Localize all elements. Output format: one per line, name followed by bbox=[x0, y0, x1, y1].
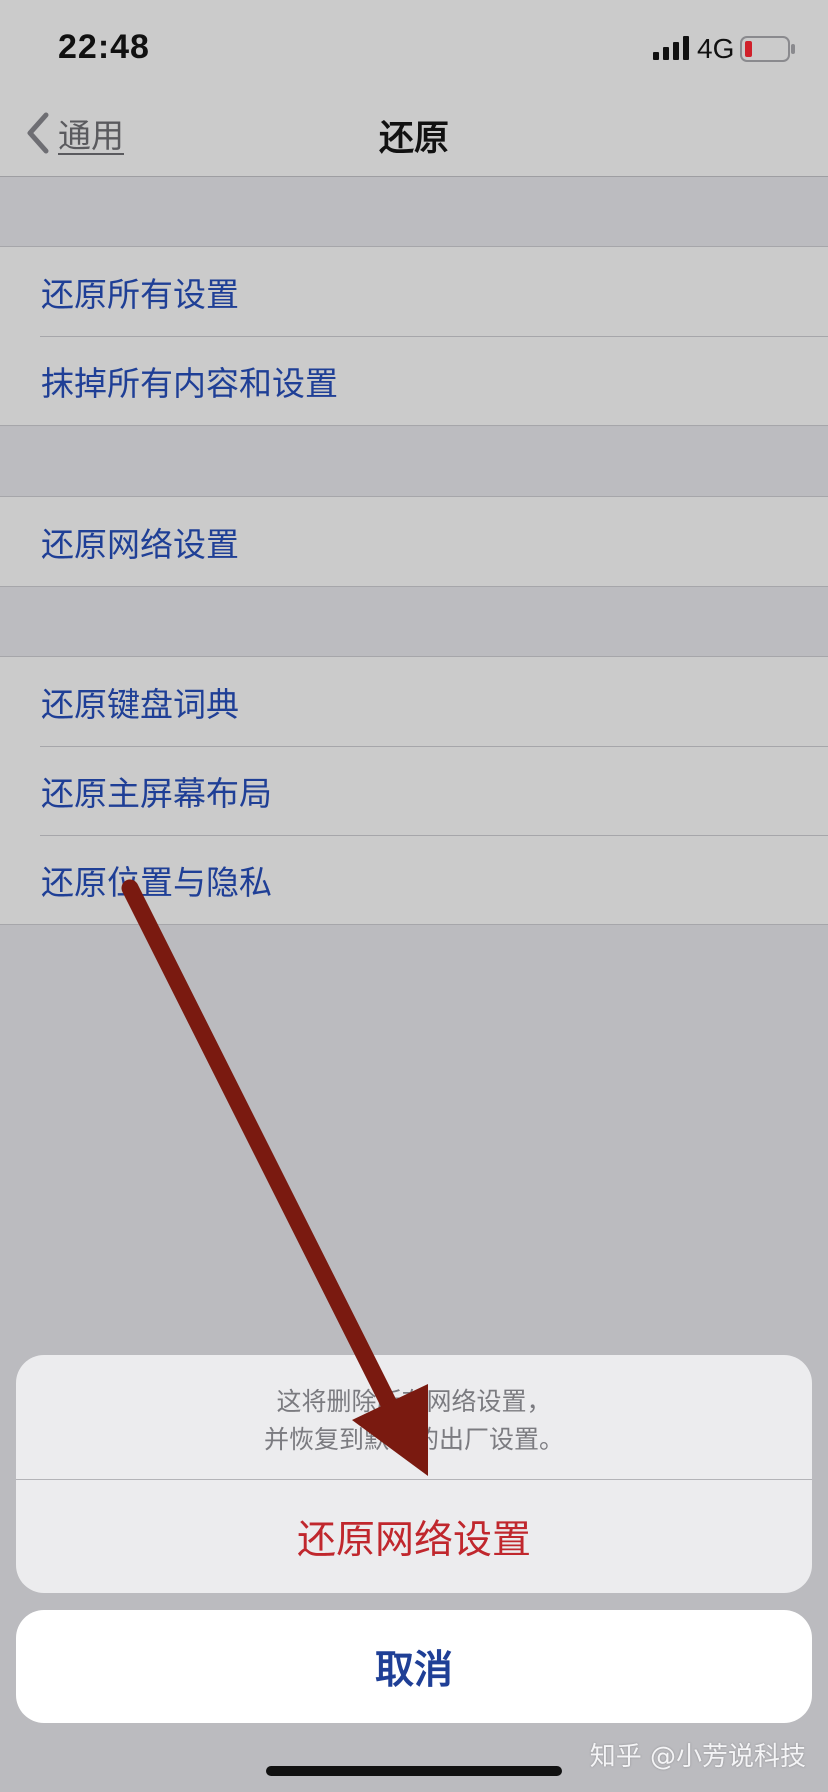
reset-network-settings-button[interactable]: 还原网络设置 bbox=[16, 1480, 812, 1593]
row-label: 还原所有设置 bbox=[41, 274, 239, 314]
network-type: 4G bbox=[697, 33, 735, 64]
row-label: 还原键盘词典 bbox=[41, 684, 239, 724]
page-title: 还原 bbox=[378, 119, 449, 159]
row-label: 还原主屏幕布局 bbox=[41, 773, 272, 813]
message-line-2: 并恢复到默认的出厂设置。 bbox=[263, 1425, 564, 1454]
settings-group-reset-all: 还原所有设置 抹掉所有内容和设置 bbox=[0, 246, 828, 426]
row-reset-network-settings[interactable]: 还原网络设置 bbox=[0, 497, 828, 586]
section-gap bbox=[0, 587, 828, 656]
screen: 22:48 4G 通用 还原 还原所有设置 抹掉所有内容和设置 还原网络设置 还… bbox=[0, 0, 828, 1792]
battery-low-icon bbox=[740, 36, 795, 62]
row-label: 抹掉所有内容和设置 bbox=[41, 363, 338, 403]
section-gap bbox=[0, 177, 828, 246]
watermark: 知乎 @小芳说科技 bbox=[589, 1742, 806, 1772]
action-sheet: 这将删除所有网络设置， 并恢复到默认的出厂设置。 还原网络设置 bbox=[16, 1355, 812, 1593]
settings-group-network: 还原网络设置 bbox=[0, 496, 828, 587]
row-reset-keyboard-dictionary[interactable]: 还原键盘词典 bbox=[0, 657, 828, 746]
message-line-1: 这将删除所有网络设置， bbox=[276, 1387, 552, 1416]
row-reset-all-settings[interactable]: 还原所有设置 bbox=[0, 247, 828, 336]
signal-icon bbox=[653, 36, 689, 60]
row-label: 还原位置与隐私 bbox=[41, 862, 272, 902]
row-label: 还原网络设置 bbox=[41, 524, 239, 564]
action-sheet-message: 这将删除所有网络设置， 并恢复到默认的出厂设置。 bbox=[16, 1383, 812, 1459]
section-gap bbox=[0, 427, 828, 496]
row-reset-home-screen-layout[interactable]: 还原主屏幕布局 bbox=[0, 746, 828, 835]
home-indicator[interactable] bbox=[266, 1766, 562, 1776]
status-bar: 22:48 4G bbox=[0, 0, 828, 90]
cancel-button[interactable]: 取消 bbox=[16, 1610, 812, 1723]
status-time: 22:48 bbox=[58, 28, 150, 66]
settings-group-other: 还原键盘词典 还原主屏幕布局 还原位置与隐私 bbox=[0, 656, 828, 925]
row-erase-all-content[interactable]: 抹掉所有内容和设置 bbox=[0, 336, 828, 425]
navigation-bar: 通用 还原 bbox=[0, 90, 828, 177]
row-reset-location-privacy[interactable]: 还原位置与隐私 bbox=[0, 835, 828, 924]
